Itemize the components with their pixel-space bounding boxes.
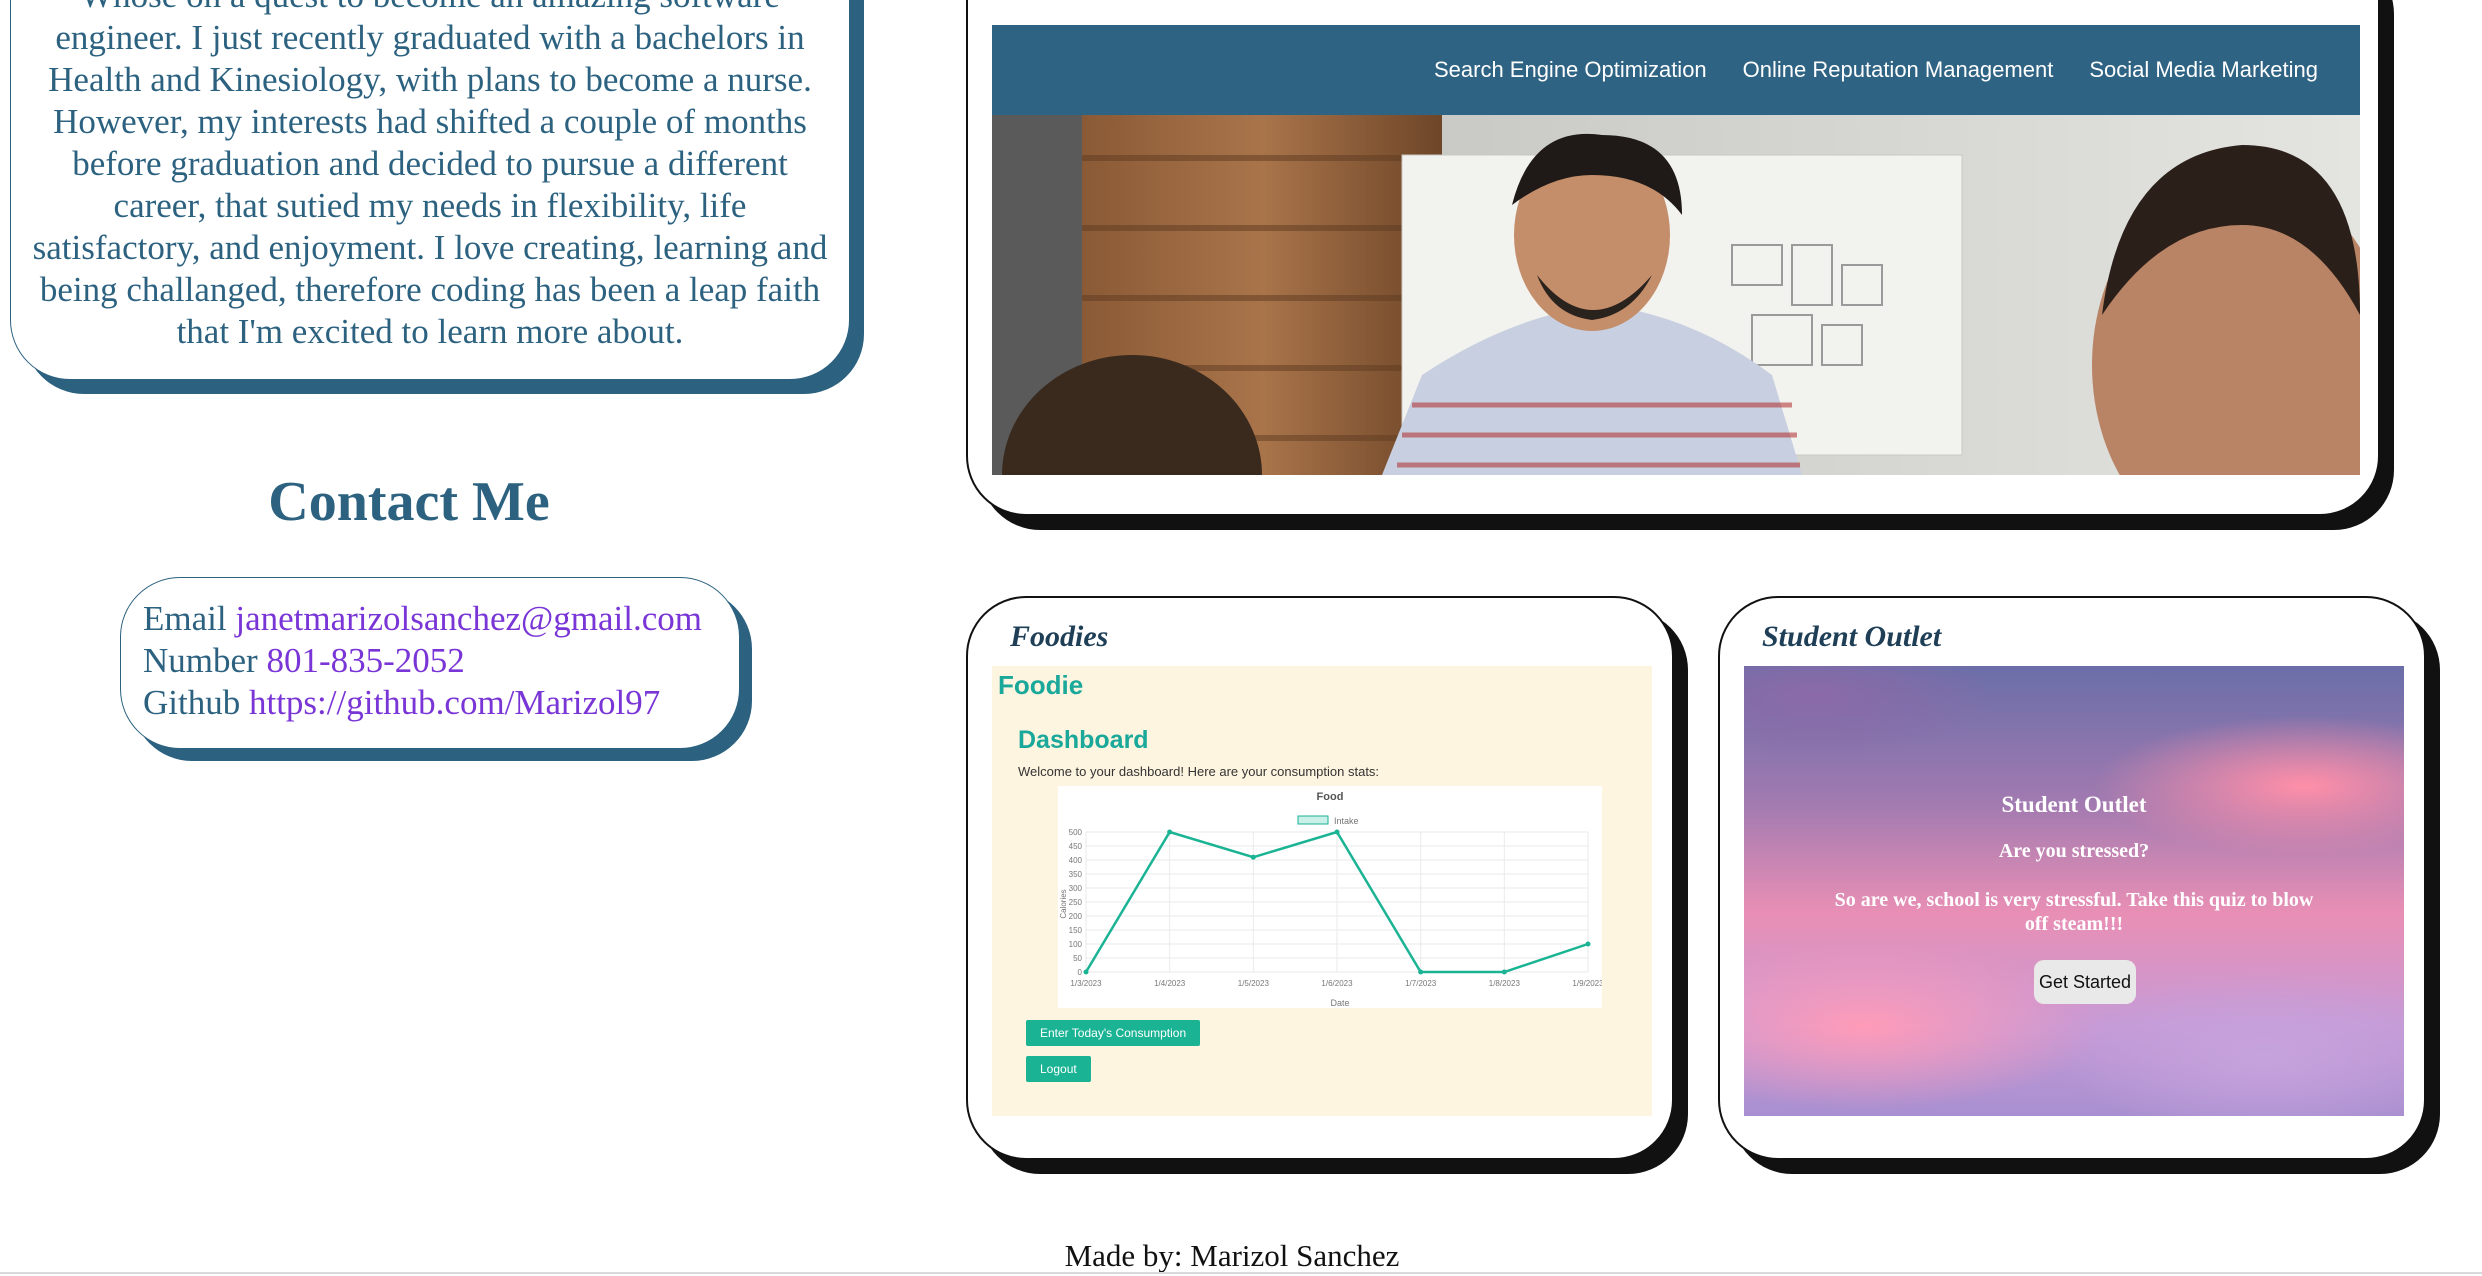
student-outlet-heading: Student Outlet [2001, 792, 2147, 817]
x-tick-label: 1/9/2023 [1572, 979, 1602, 988]
foodie-dashboard-heading: Dashboard [1018, 726, 1149, 754]
student-outlet-question: Are you stressed? [1998, 840, 2150, 862]
y-tick-label: 500 [1069, 828, 1083, 837]
chart-title: Food [1317, 791, 1344, 803]
nav-item-seo: Search Engine Optimization [1433, 57, 1707, 82]
x-tick-label: 1/5/2023 [1238, 979, 1270, 988]
project-card-student-outlet[interactable]: Student Outlet Student Outlet Are you st… [1718, 596, 2426, 1160]
y-tick-label: 250 [1069, 898, 1083, 907]
y-tick-label: 0 [1078, 968, 1083, 977]
project-hero-image [992, 115, 2360, 475]
footer-credit: Made by: Marizol Sanchez [1064, 1238, 1400, 1273]
intake-data-point [1418, 969, 1424, 975]
contact-github-row: Github https://github.com/Marizol97 [143, 682, 739, 724]
get-started-button: Get Started [2034, 960, 2136, 1004]
nav-item-orm: Online Reputation Management [1742, 57, 2054, 82]
contact-heading: Contact Me [268, 471, 550, 533]
github-label: Github [143, 683, 241, 722]
x-tick-label: 1/8/2023 [1489, 979, 1521, 988]
x-tick-label: 1/4/2023 [1154, 979, 1186, 988]
logout-button: Logout [1026, 1056, 1091, 1082]
intake-data-point [1585, 941, 1591, 947]
intake-data-point [1167, 829, 1173, 835]
y-tick-label: 300 [1069, 884, 1083, 893]
contact-card: Email janetmarizolsanchez@gmail.com Numb… [120, 577, 740, 749]
project-card-foodies[interactable]: Foodies Foodie Dashboard Welcome to your… [966, 596, 1674, 1160]
student-outlet-screenshot: Student Outlet Are you stressed? So are … [1744, 666, 2404, 1116]
project-title-student-outlet: Student Outlet [1762, 620, 1942, 653]
y-tick-label: 200 [1069, 912, 1083, 921]
x-axis-label: Date [1330, 998, 1349, 1008]
intake-data-point [1083, 969, 1089, 975]
email-link[interactable]: janetmarizolsanchez@gmail.com [235, 599, 702, 638]
foodie-welcome-text: Welcome to your dashboard! Here are your… [1018, 764, 1380, 779]
intake-data-point [1334, 829, 1340, 835]
y-tick-label: 400 [1069, 856, 1083, 865]
y-tick-label: 450 [1069, 842, 1083, 851]
food-line-chart: Food Intake Calories Date 0 50 100 150 200 25… [1059, 791, 1604, 1008]
contact-number-row: Number 801-835-2052 [143, 640, 739, 682]
page-bottom-divider [0, 1272, 2482, 1274]
email-label: Email [143, 599, 227, 638]
about-card: Whose on a quest to become an amazing so… [10, 0, 850, 380]
enter-consumption-button: Enter Today's Consumption [1026, 1020, 1201, 1046]
x-tick-label: 1/6/2023 [1321, 979, 1353, 988]
y-tick-label: 100 [1069, 940, 1083, 949]
x-tick-label: 1/3/2023 [1070, 979, 1102, 988]
phone-link[interactable]: 801-835-2052 [266, 641, 464, 680]
intake-data-point [1250, 854, 1256, 860]
project-title-foodies: Foodies [1010, 620, 1109, 653]
y-tick-label: 150 [1069, 926, 1083, 935]
project-card-marketing[interactable]: Search Engine Optimization Online Reputa… [966, 0, 2380, 516]
number-label: Number [143, 641, 258, 680]
contact-email-row: Email janetmarizolsanchez@gmail.com [143, 598, 739, 640]
intake-data-point [1501, 969, 1507, 975]
foodie-screenshot: Foodie Dashboard Welcome to your dashboa… [992, 666, 1652, 1116]
y-tick-label: 350 [1069, 870, 1083, 879]
team-meeting-photo [992, 115, 2360, 475]
about-text: Whose on a quest to become an amazing so… [32, 0, 828, 351]
student-outlet-message: So are we, school is very stressful. Tak… [1834, 889, 2314, 935]
github-link[interactable]: https://github.com/Marizol97 [249, 683, 660, 722]
legend-swatch [1297, 815, 1329, 825]
y-tick-label: 50 [1073, 954, 1082, 963]
project-nav-bar: Search Engine Optimization Online Reputa… [992, 25, 2360, 115]
foodie-brand: Foodie [998, 670, 1084, 700]
legend-label: Intake [1334, 816, 1359, 826]
y-axis-label: Calories [1059, 889, 1068, 918]
foodie-chart: Food Intake Calories Date 0 50 100 150 200 25… [1058, 786, 1604, 1008]
nav-item-smm: Social Media Marketing [2089, 57, 2318, 82]
x-tick-label: 1/7/2023 [1405, 979, 1437, 988]
